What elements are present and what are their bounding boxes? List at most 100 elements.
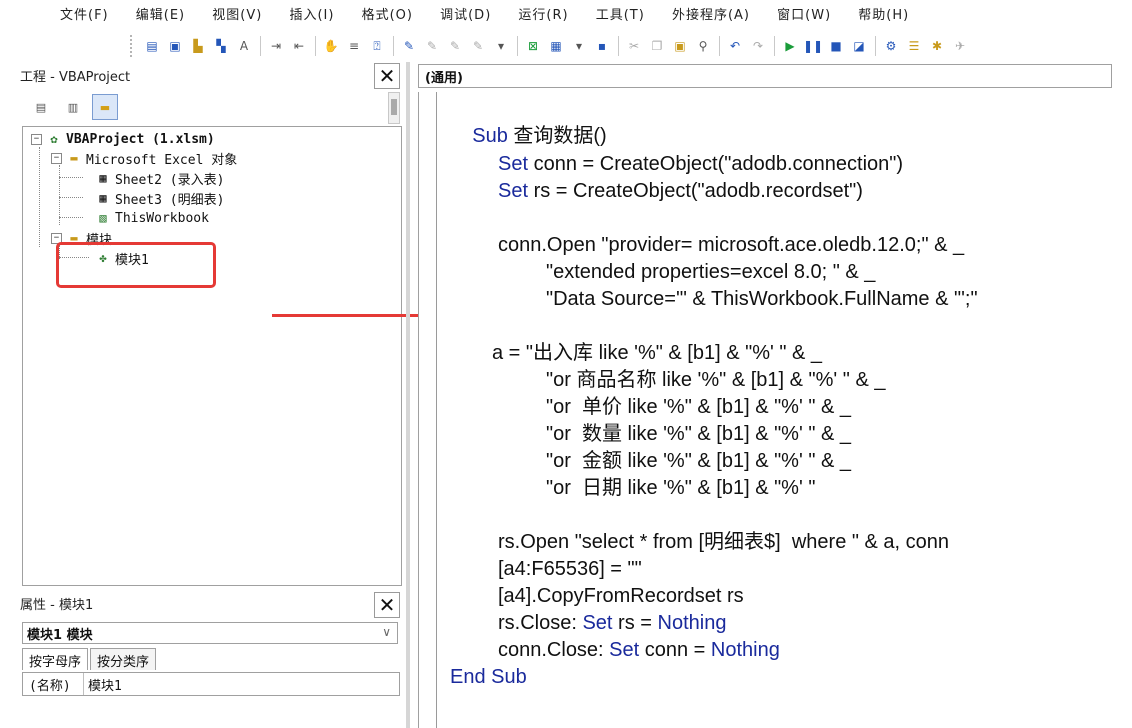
sheet-icon: ▦ — [99, 191, 107, 205]
excel-icon[interactable]: ⊠ — [523, 36, 543, 56]
project-explorer-icon[interactable]: ▙ — [188, 36, 208, 56]
code-line: a = "出入库 like '%" & [b1] & "%' " & _ — [492, 342, 823, 364]
outdent-icon[interactable]: ⇤ — [289, 36, 309, 56]
menu-addins[interactable]: 外接程序(A) — [672, 8, 750, 23]
toolbar-options-icon[interactable]: ▾ — [491, 36, 511, 56]
toolbar-separator — [719, 36, 720, 56]
tab-categorized[interactable]: 按分类序 — [90, 648, 157, 670]
collapse-icon[interactable]: − — [51, 152, 62, 164]
object-select[interactable]: 模块1 模块 ∨ — [22, 622, 398, 644]
menu-format[interactable]: 格式(O) — [362, 8, 413, 23]
close-icon[interactable]: ✕ — [374, 63, 400, 89]
menu-tools[interactable]: 工具(T) — [596, 8, 645, 23]
copy-icon[interactable]: ❐ — [647, 36, 667, 56]
vbaproject-icon: ✿ — [50, 132, 58, 146]
property-value[interactable]: 模块1 — [84, 675, 122, 694]
collapse-icon[interactable]: − — [31, 133, 42, 145]
properties-icon[interactable]: ▤ — [142, 36, 162, 56]
toolbar: ▤ ▣ ▙ ▚ A ⇥ ⇤ ✋ ≡ ⍰ ✎ ✎ ✎ ✎ ▾ ⊠ ▦ ▾ ▪ ✂ … — [130, 32, 1120, 60]
close-icon[interactable]: ✕ — [374, 592, 400, 618]
project-tree: − ✿ VBAProject (1.xlsm) − ▬ Microsoft Ex… — [22, 126, 402, 586]
workbook-icon: ▧ — [99, 211, 107, 225]
sheet-icon: ▦ — [99, 171, 107, 185]
object-combo[interactable]: (通用) — [418, 64, 1112, 88]
indent-icon[interactable]: ⇥ — [266, 36, 286, 56]
tree-node-project[interactable]: − ✿ VBAProject (1.xlsm) — [31, 129, 215, 149]
list-members-icon[interactable]: ≡ — [344, 36, 364, 56]
tree-label: ThisWorkbook — [115, 210, 209, 226]
highlight-arrow-line — [272, 314, 440, 317]
tree-node-thisworkbook[interactable]: ▧ ThisWorkbook — [95, 208, 209, 228]
tree-node-sheet3[interactable]: ▦ Sheet3 (明细表) — [95, 188, 224, 208]
save-icon[interactable]: ▪ — [592, 36, 612, 56]
hand-icon[interactable]: ✋ — [321, 36, 341, 56]
code-line: rs.Open "select * from [明细表$] where " & … — [498, 531, 950, 553]
view-object-icon[interactable]: ▥ — [60, 94, 86, 120]
find-icon[interactable]: ⚲ — [693, 36, 713, 56]
cut-icon[interactable]: ✂ — [624, 36, 644, 56]
object-browser-icon[interactable]: ✱ — [927, 36, 947, 56]
menu-help[interactable]: 帮助(H) — [858, 8, 909, 23]
toggle-bookmark-icon[interactable]: ✎ — [399, 36, 419, 56]
chevron-down-icon[interactable]: ∨ — [382, 625, 391, 639]
tree-node-sheet2[interactable]: ▦ Sheet2 (录入表) — [95, 168, 224, 188]
pane-splitter[interactable] — [406, 62, 410, 728]
properties-pane-title: 属性 - 模块1 — [20, 597, 94, 613]
stop-icon[interactable]: ■ — [826, 36, 846, 56]
toolbar-separator — [618, 36, 619, 56]
menu-view[interactable]: 视图(V) — [212, 8, 262, 23]
folder-icon: ▬ — [70, 151, 78, 165]
design-mode-icon[interactable]: ◪ — [849, 36, 869, 56]
code-line: "extended properties=excel 8.0; " & _ — [546, 261, 876, 283]
font-icon[interactable]: A — [234, 36, 254, 56]
highlight-box — [56, 242, 216, 288]
tree-label: VBAProject (1.xlsm) — [66, 131, 215, 147]
toolbar-separator — [875, 36, 876, 56]
tree-node-excel-objects[interactable]: − ▬ Microsoft Excel 对象 — [51, 148, 237, 168]
clear-bookmarks-icon[interactable]: ✎ — [468, 36, 488, 56]
menu-debug[interactable]: 调试(D) — [440, 8, 491, 23]
menu-insert[interactable]: 插入(I) — [289, 8, 334, 23]
property-row-name[interactable]: (名称) 模块1 — [22, 672, 400, 696]
keyword-sub: Sub — [472, 125, 508, 147]
menu-window[interactable]: 窗口(W) — [777, 8, 831, 23]
quick-info-icon[interactable]: ⍰ — [367, 36, 387, 56]
view-code-icon[interactable]: ▤ — [28, 94, 54, 120]
insert-module-icon[interactable]: ▦ — [546, 36, 566, 56]
menu-bar: 文件(F) 编辑(E) 视图(V) 插入(I) 格式(O) 调试(D) 运行(R… — [60, 4, 1120, 26]
previous-bookmark-icon[interactable]: ✎ — [445, 36, 465, 56]
project-toolbar: ▤ ▥ ▬ — [22, 92, 400, 122]
paste-icon[interactable]: ▣ — [670, 36, 690, 56]
toggle-folders-icon[interactable]: ▬ — [92, 94, 118, 120]
properties-window-icon[interactable]: ☰ — [904, 36, 924, 56]
project-explorer-icon[interactable]: ⚙ — [881, 36, 901, 56]
toolbar-separator — [315, 36, 316, 56]
tab-alphabetic[interactable]: 按字母序 — [22, 648, 89, 670]
toolbar-separator — [393, 36, 394, 56]
code-line: "or 日期 like '%" & [b1] & "%' " — [546, 477, 816, 499]
toolbox-icon[interactable]: ✈ — [950, 36, 970, 56]
menu-run[interactable]: 运行(R) — [518, 8, 568, 23]
code-line: Set rs = CreateObject("adodb.recordset") — [498, 180, 863, 202]
dropdown-icon[interactable]: ▾ — [569, 36, 589, 56]
code-line: rs.Close: Set rs = Nothing — [498, 612, 727, 634]
redo-icon[interactable]: ↷ — [748, 36, 768, 56]
pause-icon[interactable]: ❚❚ — [803, 36, 823, 56]
toolbox-icon[interactable]: ▚ — [211, 36, 231, 56]
vbe-window: 文件(F) 编辑(E) 视图(V) 插入(I) 格式(O) 调试(D) 运行(R… — [0, 0, 1132, 728]
code-line: End Sub — [450, 666, 527, 688]
undo-icon[interactable]: ↶ — [725, 36, 745, 56]
tree-label: Sheet3 (明细表) — [115, 192, 225, 208]
object-browser-icon[interactable]: ▣ — [165, 36, 185, 56]
code-margin — [436, 92, 437, 728]
code-line: [a4:F65536] = "" — [498, 558, 642, 580]
project-pane-header: 工程 - VBAProject — [20, 62, 400, 88]
menu-edit[interactable]: 编辑(E) — [136, 8, 185, 23]
toolbar-separator — [517, 36, 518, 56]
menu-file[interactable]: 文件(F) — [60, 8, 109, 23]
toolbar-grip[interactable] — [130, 35, 136, 57]
code-line: "Data Source='" & ThisWorkbook.FullName … — [546, 288, 978, 310]
run-icon[interactable]: ▶ — [780, 36, 800, 56]
project-scroll-button[interactable] — [388, 92, 400, 124]
next-bookmark-icon[interactable]: ✎ — [422, 36, 442, 56]
